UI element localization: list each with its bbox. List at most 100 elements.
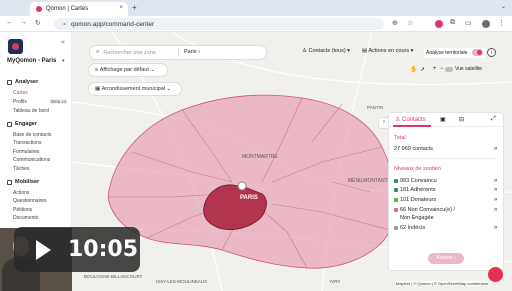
collapse-sidebar-button[interactable]: « (61, 39, 65, 46)
label-issy: ISSY-LES-MOULINEAUX (156, 279, 207, 284)
browser-tab[interactable]: Qomon | Cartes × (30, 2, 128, 16)
sidebar-item-documents[interactable]: Documents (13, 215, 38, 221)
level-color-swatch (394, 207, 398, 212)
tab-building-icon[interactable]: ▣ (440, 116, 446, 123)
open-arrow-icon[interactable]: » (494, 146, 497, 152)
actions-filter[interactable]: ▤ Actions en cours ▾ (362, 48, 413, 54)
sidebar-item-profils[interactable]: Profils (13, 99, 27, 105)
territorial-analysis-toggle[interactable] (472, 49, 483, 56)
display-mode-select[interactable]: ≡ Affichage par défaut ⌄ (89, 64, 167, 76)
sidebar-item-base-de-contacts[interactable]: Base de contacts (13, 132, 51, 138)
open-arrow-icon[interactable]: » (494, 197, 497, 203)
level-color-swatch (394, 225, 398, 230)
chevron-down-icon: ▾ (347, 48, 351, 54)
chevron-down-icon[interactable]: ▾ (62, 58, 65, 64)
zoom-icon[interactable]: ⊕ (392, 19, 398, 27)
site-info-icon[interactable]: ⚬ (62, 21, 67, 28)
people-icon (7, 121, 12, 127)
grid-icon: ▦ (95, 86, 101, 92)
sidebar-item-tableau-de-bord[interactable]: Tableau de bord (13, 108, 49, 114)
level-row[interactable]: 993 Convaincu » (394, 178, 497, 184)
level-row[interactable]: 62 Indécis » (394, 225, 497, 231)
sidebar-item-petitions[interactable]: Pétitions (13, 207, 32, 213)
location-pin-icon[interactable] (237, 181, 247, 191)
forward-button[interactable]: → (20, 19, 27, 26)
level-color-swatch (394, 178, 398, 183)
division-select[interactable]: ▦ Arrondissement municipal ⌄ (89, 83, 181, 95)
search-placeholder: Rechercher une zone (103, 49, 156, 56)
sidebar-item-actions[interactable]: Actions (13, 190, 29, 196)
level-row[interactable]: 181 Adhérents » (394, 187, 497, 193)
sidebar-item-communications[interactable]: Communications (13, 157, 50, 163)
support-levels-heading: Niveaux de soutien (394, 166, 441, 172)
map-attribution[interactable]: Mapbox | © Qomon | © OpenStreetMap contr… (396, 281, 489, 286)
bookmark-icon[interactable]: ☆ (407, 19, 413, 27)
org-logo[interactable] (8, 39, 23, 54)
info-icon[interactable]: i (487, 48, 496, 57)
zoom-out-button[interactable]: − (440, 66, 444, 72)
level-row[interactable]: 101 Donateurs » (394, 197, 497, 203)
open-arrow-icon[interactable]: » (494, 178, 497, 184)
contacts-icon: ♙ (395, 117, 403, 123)
back-button[interactable]: ← (6, 19, 13, 26)
section-analyser[interactable]: Analyser (7, 79, 38, 85)
extension-icon[interactable] (435, 20, 443, 28)
city-selector[interactable]: Paris › (184, 49, 200, 55)
label-paris: PARIS (240, 195, 258, 201)
chat-support-icon[interactable] (488, 267, 503, 282)
open-arrow-icon[interactable]: » (494, 225, 497, 231)
expand-icon[interactable]: ⤢ (491, 116, 496, 123)
search-icon: ⌕ (96, 49, 100, 55)
label-boulogne: BOULOGNE-BILLANCOURT (84, 274, 143, 279)
new-tab-button[interactable]: + (132, 3, 137, 12)
window-controls[interactable]: ⌄ (501, 3, 506, 10)
reload-button[interactable]: ↻ (35, 19, 41, 27)
tab-wallet-icon[interactable]: ⊟ (459, 116, 464, 123)
tab-title: Qomon | Cartes (46, 6, 89, 12)
sidebar-item-transactions[interactable]: Transactions (13, 140, 41, 146)
video-duration: 10:05 (68, 237, 139, 262)
divider (178, 48, 179, 57)
profile-avatar[interactable] (482, 20, 490, 28)
label-pantin: PANTIN (367, 105, 383, 110)
address-bar-row: ← → ↻ ⚬ qomon.app/command-center ⊕ ☆ ⧉ ▭… (0, 16, 512, 32)
level-color-swatch (394, 197, 398, 202)
sidebar-item-taches[interactable]: Tâches (13, 166, 29, 172)
close-tab-icon[interactable]: × (119, 5, 123, 11)
contacts-filter[interactable]: ♙ Contacts (tous) ▾ (302, 48, 350, 54)
level-row-continuation: Non Engagée (400, 215, 434, 221)
hand-tool-icon[interactable]: ✋ (410, 66, 417, 73)
org-name[interactable]: MyQomon - Paris (7, 58, 56, 64)
collapse-panel-button[interactable]: › (379, 118, 389, 128)
actions-button[interactable]: Actions › (428, 253, 464, 264)
sidebar-item-cartes[interactable]: Cartes (13, 90, 28, 96)
level-color-swatch (394, 187, 398, 192)
toggle-knob (477, 50, 482, 55)
play-icon[interactable] (36, 240, 51, 260)
zoom-in-button[interactable]: + (433, 66, 437, 72)
satellite-toggle[interactable] (445, 67, 453, 72)
label-ivry: IVRY (330, 279, 340, 284)
open-arrow-icon[interactable]: » (494, 187, 497, 193)
section-engager[interactable]: Engager (7, 121, 37, 127)
pointer-tool-icon[interactable]: ➚ (420, 66, 425, 73)
chevron-down-icon: ▾ (410, 48, 414, 54)
label-menilmontant: MÉNILMONTANT (348, 177, 388, 184)
sidebar-item-questionnaires[interactable]: Questionnaires (13, 198, 47, 204)
open-arrow-icon[interactable]: » (494, 207, 497, 213)
video-player-overlay[interactable]: 10:05 (14, 227, 140, 272)
zone-search-input[interactable]: ⌕ Rechercher une zone Paris › (90, 46, 266, 59)
total-contacts[interactable]: 27 969 contacts » (394, 146, 497, 152)
tab-contacts[interactable]: ♙ Contacts (395, 116, 426, 123)
territorial-analysis-label: Analyse territoriale (426, 50, 468, 56)
megaphone-icon (7, 179, 12, 185)
url-input[interactable]: ⚬ qomon.app/command-center (54, 18, 384, 30)
sidebar-item-formulaires[interactable]: Formulaires (13, 149, 39, 155)
extensions-icon[interactable]: ⧉ (450, 19, 455, 27)
browser-menu-icon[interactable]: ⋮ (498, 19, 505, 27)
section-mobiliser[interactable]: Mobiliser (7, 179, 39, 185)
level-row[interactable]: 66 Non Convaincu(e) / » (394, 207, 497, 213)
sidebar-panel-icon[interactable]: ▭ (465, 19, 472, 27)
label-montmartre: MONTMARTRE (242, 154, 278, 160)
total-heading: Total (394, 135, 406, 141)
